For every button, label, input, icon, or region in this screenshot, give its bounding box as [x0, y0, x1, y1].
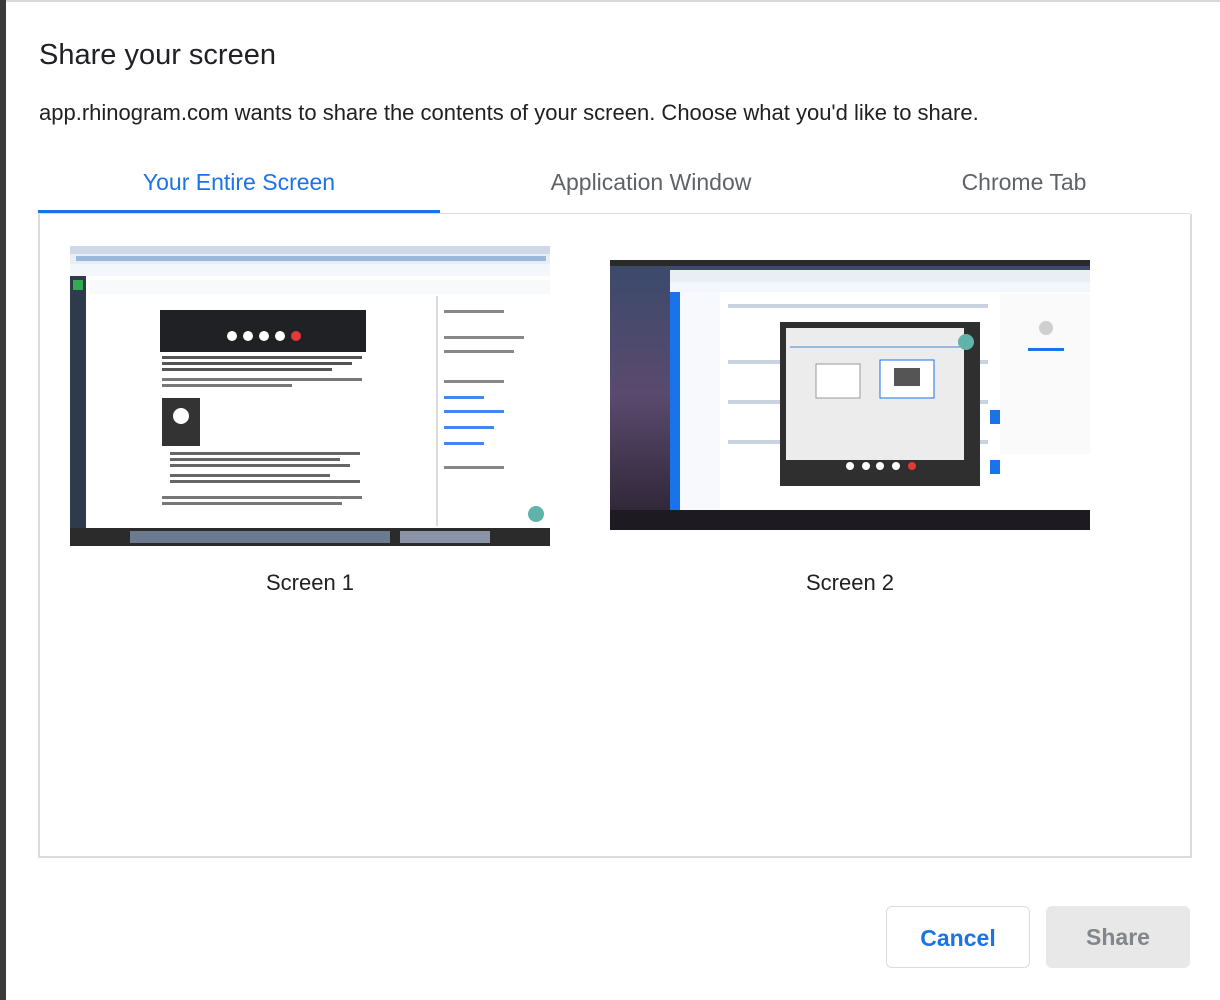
share-screen-dialog: Share your screen app.rhinogram.com want… — [6, 2, 1220, 1000]
source-list-panel: Screen 1 Screen 2 — [38, 214, 1192, 858]
dialog-description: app.rhinogram.com wants to share the con… — [39, 100, 979, 125]
dialog-title: Share your screen — [39, 39, 276, 71]
tab-application-window[interactable]: Application Window — [456, 162, 846, 214]
screen-2-source[interactable]: Screen 2 — [610, 246, 1094, 606]
share-button[interactable]: Share — [1046, 906, 1190, 968]
tab-entire-screen[interactable]: Your Entire Screen — [38, 162, 440, 214]
screen-2-thumbnail — [610, 260, 1090, 530]
screen-2-label: Screen 2 — [805, 570, 895, 595]
screen-1-label: Screen 1 — [265, 570, 355, 595]
cancel-button[interactable]: Cancel — [886, 906, 1030, 968]
screen-1-source[interactable]: Screen 1 — [70, 246, 554, 606]
screen-1-thumbnail — [70, 246, 550, 546]
source-tabs: Your Entire Screen Application Window Ch… — [38, 162, 1190, 214]
tab-chrome-tab[interactable]: Chrome Tab — [858, 162, 1190, 214]
